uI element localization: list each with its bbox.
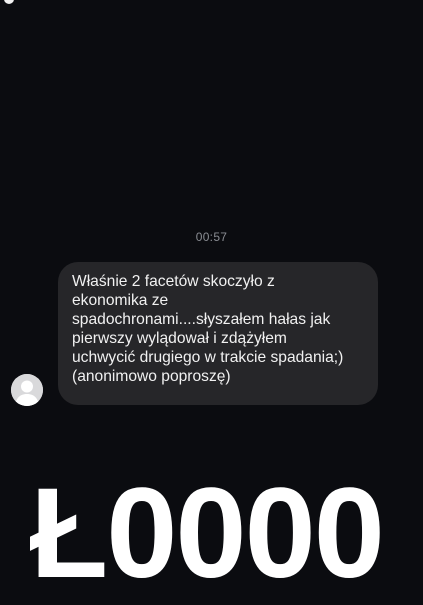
message-line: uchwycić drugiego w trakcie spadania;) bbox=[72, 348, 344, 366]
message-line: ekonomika ze bbox=[72, 291, 169, 309]
overlay-text: Ł0000 bbox=[30, 462, 385, 605]
message-line: (anonimowo poproszę) bbox=[72, 367, 231, 385]
status-bar-fragment bbox=[4, 0, 14, 4]
message-line: pierwszy wylądował i zdążyłem bbox=[72, 329, 287, 347]
default-profile-icon bbox=[11, 374, 43, 406]
message-line: spadochronami....słyszałem hałas jak bbox=[72, 310, 331, 328]
message-text: Właśnie 2 facetów skoczyło z ekonomika z… bbox=[72, 273, 364, 386]
message-bubble[interactable]: Właśnie 2 facetów skoczyło z ekonomika z… bbox=[58, 262, 378, 405]
sender-avatar[interactable] bbox=[11, 374, 43, 406]
message-timestamp: 00:57 bbox=[195, 230, 228, 244]
message-line: Właśnie 2 facetów skoczyło z bbox=[72, 273, 275, 290]
